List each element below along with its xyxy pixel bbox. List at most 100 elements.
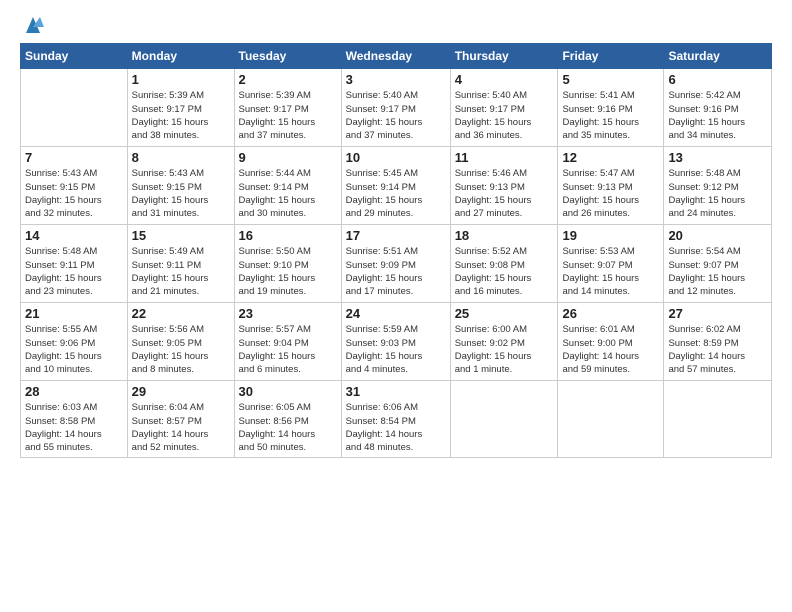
- day-info: Sunrise: 5:40 AM Sunset: 9:17 PM Dayligh…: [346, 89, 446, 142]
- day-info: Sunrise: 5:45 AM Sunset: 9:14 PM Dayligh…: [346, 167, 446, 220]
- column-header-monday: Monday: [127, 44, 234, 69]
- day-number: 6: [668, 72, 767, 87]
- day-number: 21: [25, 306, 123, 321]
- day-info: Sunrise: 5:55 AM Sunset: 9:06 PM Dayligh…: [25, 323, 123, 376]
- day-info: Sunrise: 5:43 AM Sunset: 9:15 PM Dayligh…: [132, 167, 230, 220]
- day-cell: 14 Sunrise: 5:48 AM Sunset: 9:11 PM Dayli…: [21, 225, 128, 303]
- day-number: 26: [562, 306, 659, 321]
- week-row-1: 1 Sunrise: 5:39 AM Sunset: 9:17 PM Daylig…: [21, 69, 772, 147]
- day-number: 28: [25, 384, 123, 399]
- day-number: 9: [239, 150, 337, 165]
- week-row-3: 14 Sunrise: 5:48 AM Sunset: 9:11 PM Dayli…: [21, 225, 772, 303]
- day-number: 11: [455, 150, 554, 165]
- day-cell: 5Sunrise: 5:41 AM Sunset: 9:16 PM Daylig…: [558, 69, 664, 147]
- day-info: Sunrise: 5:46 AM Sunset: 9:13 PM Dayligh…: [455, 167, 554, 220]
- day-number: 12: [562, 150, 659, 165]
- column-header-thursday: Thursday: [450, 44, 558, 69]
- day-cell: 19 Sunrise: 5:53 AM Sunset: 9:07 PM Dayli…: [558, 225, 664, 303]
- day-info: Sunrise: 5:40 AM Sunset: 9:17 PM Dayligh…: [455, 89, 554, 142]
- day-number: 13: [668, 150, 767, 165]
- day-cell: 23 Sunrise: 5:57 AM Sunset: 9:04 PM Dayli…: [234, 303, 341, 381]
- column-header-saturday: Saturday: [664, 44, 772, 69]
- day-cell: 2 Sunrise: 5:39 AM Sunset: 9:17 PM Daylig…: [234, 69, 341, 147]
- day-cell: 15Sunrise: 5:49 AM Sunset: 9:11 PM Dayli…: [127, 225, 234, 303]
- day-cell: 28 Sunrise: 6:03 AM Sunset: 8:58 PM Dayli…: [21, 381, 128, 458]
- day-info: Sunrise: 5:43 AM Sunset: 9:15 PM Dayligh…: [25, 167, 123, 220]
- day-number: 4: [455, 72, 554, 87]
- day-info: Sunrise: 6:04 AM Sunset: 8:57 PM Dayligh…: [132, 401, 230, 454]
- day-cell: 24Sunrise: 5:59 AM Sunset: 9:03 PM Dayli…: [341, 303, 450, 381]
- day-info: Sunrise: 5:54 AM Sunset: 9:07 PM Dayligh…: [668, 245, 767, 298]
- day-number: 20: [668, 228, 767, 243]
- day-number: 24: [346, 306, 446, 321]
- day-cell: 26Sunrise: 6:01 AM Sunset: 9:00 PM Dayli…: [558, 303, 664, 381]
- day-info: Sunrise: 5:42 AM Sunset: 9:16 PM Dayligh…: [668, 89, 767, 142]
- day-number: 3: [346, 72, 446, 87]
- day-cell: 8 Sunrise: 5:43 AM Sunset: 9:15 PM Daylig…: [127, 147, 234, 225]
- day-number: 16: [239, 228, 337, 243]
- day-cell: 21 Sunrise: 5:55 AM Sunset: 9:06 PM Dayli…: [21, 303, 128, 381]
- logo-icon: [22, 15, 44, 35]
- day-info: Sunrise: 5:53 AM Sunset: 9:07 PM Dayligh…: [562, 245, 659, 298]
- day-cell: 27 Sunrise: 6:02 AM Sunset: 8:59 PM Dayli…: [664, 303, 772, 381]
- day-cell: 25 Sunrise: 6:00 AM Sunset: 9:02 PM Dayli…: [450, 303, 558, 381]
- day-number: 7: [25, 150, 123, 165]
- day-cell: 18Sunrise: 5:52 AM Sunset: 9:08 PM Dayli…: [450, 225, 558, 303]
- day-info: Sunrise: 5:57 AM Sunset: 9:04 PM Dayligh…: [239, 323, 337, 376]
- day-info: Sunrise: 5:39 AM Sunset: 9:17 PM Dayligh…: [239, 89, 337, 142]
- day-info: Sunrise: 6:06 AM Sunset: 8:54 PM Dayligh…: [346, 401, 446, 454]
- day-number: 23: [239, 306, 337, 321]
- day-cell: 22Sunrise: 5:56 AM Sunset: 9:05 PM Dayli…: [127, 303, 234, 381]
- day-number: 5: [562, 72, 659, 87]
- day-number: 8: [132, 150, 230, 165]
- week-row-5: 28 Sunrise: 6:03 AM Sunset: 8:58 PM Dayli…: [21, 381, 772, 458]
- day-number: 19: [562, 228, 659, 243]
- day-info: Sunrise: 6:03 AM Sunset: 8:58 PM Dayligh…: [25, 401, 123, 454]
- day-number: 31: [346, 384, 446, 399]
- day-info: Sunrise: 5:48 AM Sunset: 9:11 PM Dayligh…: [25, 245, 123, 298]
- day-number: 14: [25, 228, 123, 243]
- day-cell: [664, 381, 772, 458]
- day-number: 22: [132, 306, 230, 321]
- day-cell: 7 Sunrise: 5:43 AM Sunset: 9:15 PM Daylig…: [21, 147, 128, 225]
- day-cell: [450, 381, 558, 458]
- day-info: Sunrise: 6:02 AM Sunset: 8:59 PM Dayligh…: [668, 323, 767, 376]
- logo-text: [20, 15, 44, 35]
- day-info: Sunrise: 5:50 AM Sunset: 9:10 PM Dayligh…: [239, 245, 337, 298]
- day-cell: 17 Sunrise: 5:51 AM Sunset: 9:09 PM Dayli…: [341, 225, 450, 303]
- day-number: 17: [346, 228, 446, 243]
- column-header-wednesday: Wednesday: [341, 44, 450, 69]
- day-number: 10: [346, 150, 446, 165]
- day-number: 2: [239, 72, 337, 87]
- day-number: 1: [132, 72, 230, 87]
- day-cell: 20 Sunrise: 5:54 AM Sunset: 9:07 PM Dayli…: [664, 225, 772, 303]
- day-cell: 6 Sunrise: 5:42 AM Sunset: 9:16 PM Daylig…: [664, 69, 772, 147]
- day-cell: 30 Sunrise: 6:05 AM Sunset: 8:56 PM Dayli…: [234, 381, 341, 458]
- day-cell: 13 Sunrise: 5:48 AM Sunset: 9:12 PM Dayli…: [664, 147, 772, 225]
- day-number: 30: [239, 384, 337, 399]
- day-cell: 16 Sunrise: 5:50 AM Sunset: 9:10 PM Dayli…: [234, 225, 341, 303]
- day-info: Sunrise: 5:51 AM Sunset: 9:09 PM Dayligh…: [346, 245, 446, 298]
- day-info: Sunrise: 5:48 AM Sunset: 9:12 PM Dayligh…: [668, 167, 767, 220]
- day-number: 18: [455, 228, 554, 243]
- column-header-sunday: Sunday: [21, 44, 128, 69]
- day-number: 29: [132, 384, 230, 399]
- day-cell: 29 Sunrise: 6:04 AM Sunset: 8:57 PM Dayli…: [127, 381, 234, 458]
- day-number: 27: [668, 306, 767, 321]
- day-info: Sunrise: 5:47 AM Sunset: 9:13 PM Dayligh…: [562, 167, 659, 220]
- day-cell: 10 Sunrise: 5:45 AM Sunset: 9:14 PM Dayli…: [341, 147, 450, 225]
- day-number: 25: [455, 306, 554, 321]
- day-cell: 9 Sunrise: 5:44 AM Sunset: 9:14 PM Daylig…: [234, 147, 341, 225]
- day-info: Sunrise: 6:00 AM Sunset: 9:02 PM Dayligh…: [455, 323, 554, 376]
- day-cell: 31 Sunrise: 6:06 AM Sunset: 8:54 PM Dayli…: [341, 381, 450, 458]
- calendar-header-row: SundayMondayTuesdayWednesdayThursdayFrid…: [21, 44, 772, 69]
- header: [20, 15, 772, 35]
- day-info: Sunrise: 6:05 AM Sunset: 8:56 PM Dayligh…: [239, 401, 337, 454]
- calendar-table: SundayMondayTuesdayWednesdayThursdayFrid…: [20, 43, 772, 458]
- day-cell: 12 Sunrise: 5:47 AM Sunset: 9:13 PM Dayli…: [558, 147, 664, 225]
- day-info: Sunrise: 5:44 AM Sunset: 9:14 PM Dayligh…: [239, 167, 337, 220]
- week-row-2: 7 Sunrise: 5:43 AM Sunset: 9:15 PM Daylig…: [21, 147, 772, 225]
- page-container: SundayMondayTuesdayWednesdayThursdayFrid…: [0, 0, 792, 468]
- day-cell: 1Sunrise: 5:39 AM Sunset: 9:17 PM Daylig…: [127, 69, 234, 147]
- week-row-4: 21 Sunrise: 5:55 AM Sunset: 9:06 PM Dayli…: [21, 303, 772, 381]
